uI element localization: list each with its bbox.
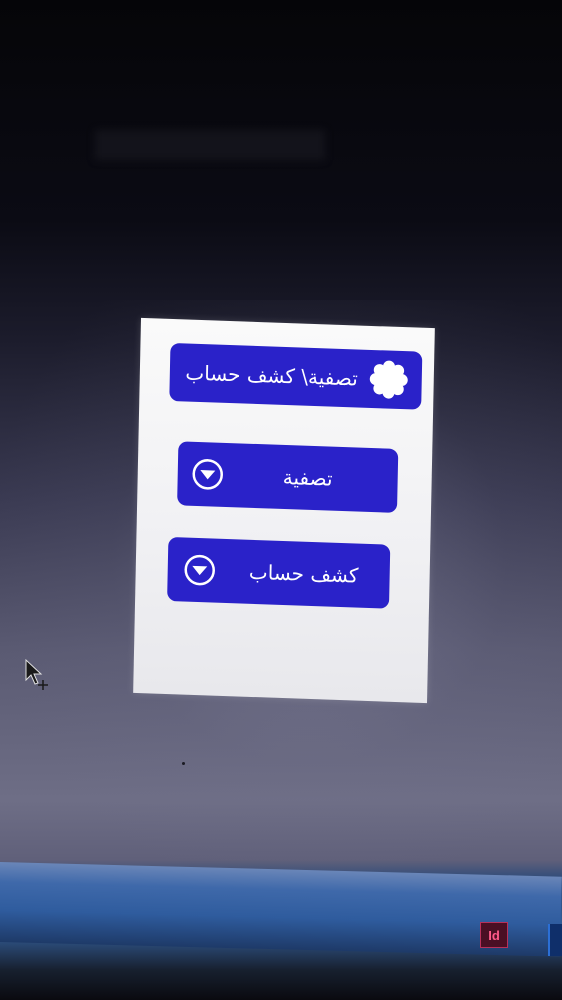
filter-button-label: تصفية	[282, 464, 333, 491]
header-title: تصفية\ كشف حساب	[185, 360, 359, 391]
flower-icon	[369, 360, 408, 399]
account-statement-button-label: كشف حساب	[248, 559, 359, 588]
chevron-down-circle-icon	[192, 459, 223, 490]
taskbar	[0, 862, 562, 957]
filter-statement-header-button[interactable]: تصفية\ كشف حساب	[169, 342, 423, 410]
screen-speck	[182, 762, 185, 765]
indesign-taskbar-icon[interactable]: Id	[480, 922, 508, 948]
account-statement-button[interactable]: كشف حساب	[167, 536, 391, 609]
dark-glare-band	[95, 130, 325, 160]
taskbar-app-icon[interactable]	[548, 924, 562, 956]
move-cursor-icon	[25, 658, 48, 690]
filter-button[interactable]: تصفية	[177, 441, 399, 513]
menu-panel: تصفية\ كشف حساب تصفية كشف حساب	[133, 317, 435, 704]
chevron-down-circle-icon	[184, 554, 215, 586]
